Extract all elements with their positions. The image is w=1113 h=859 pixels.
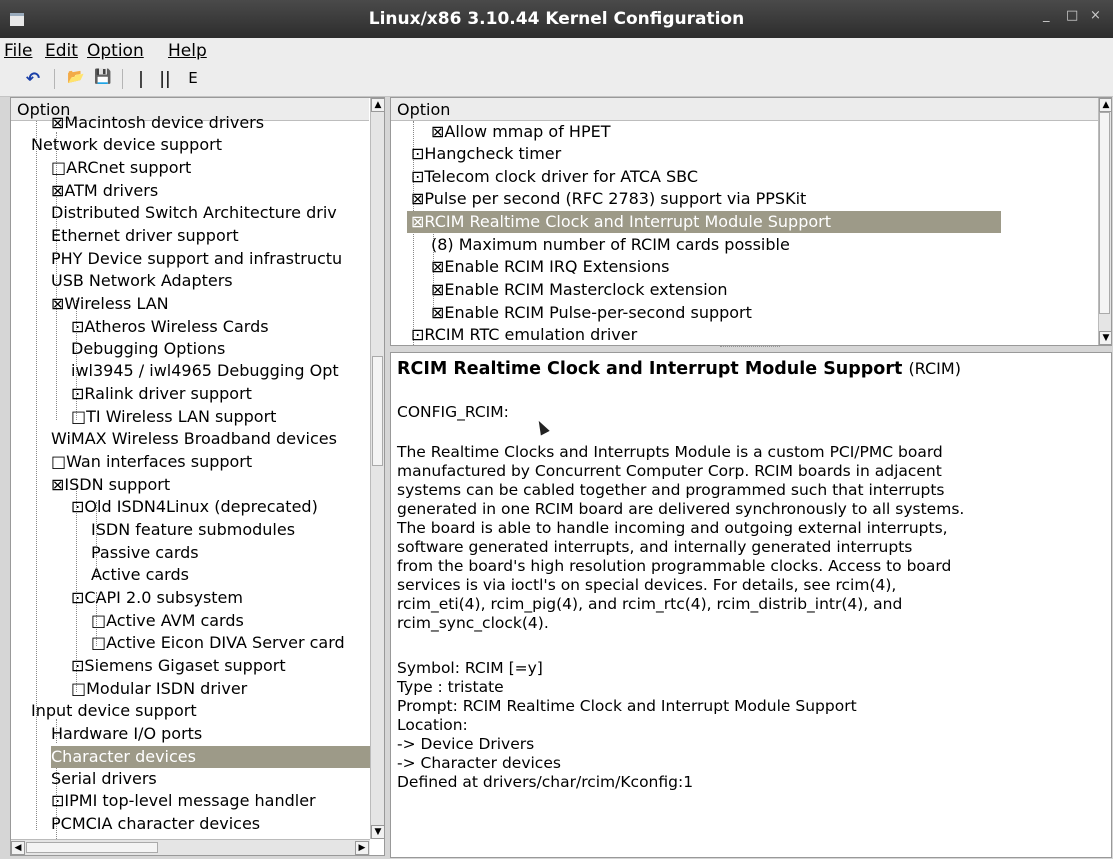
option-item[interactable]: ⊠Pulse per second (RFC 2783) support via… [411, 188, 806, 210]
option-item[interactable]: ⊡Hangcheck timer [411, 143, 561, 165]
help-defined-at: Defined at drivers/char/rcim/Kconfig:1 [397, 773, 694, 791]
help-location-2: -> Character devices [397, 754, 561, 772]
right-scroll-up-arrow-icon[interactable]: ▲ [1099, 98, 1111, 112]
help-description-line: rcim_eti(4), rcim_pig(4), and rcim_rtc(4… [397, 595, 903, 613]
back-icon[interactable]: ↶ [22, 69, 44, 89]
help-pane: RCIM Realtime Clock and Interrupt Module… [390, 352, 1112, 858]
close-button[interactable]: × [1090, 8, 1101, 23]
tree-item[interactable]: ⊡Atheros Wireless Cards [71, 316, 269, 338]
tree-item[interactable]: □Active AVM cards [91, 610, 244, 632]
option-item[interactable]: ⊠RCIM Realtime Clock and Interrupt Modul… [407, 211, 1001, 233]
tree-item[interactable]: Hardware I/O ports [51, 723, 202, 745]
help-prompt: Prompt: RCIM Realtime Clock and Interrup… [397, 697, 857, 715]
help-description-line: rcim_sync_clock(4). [397, 614, 549, 632]
tree-item[interactable]: USB Network Adapters [51, 270, 233, 292]
tree-item[interactable]: Distributed Switch Architecture driv [51, 202, 337, 224]
help-type: Type : tristate [397, 678, 504, 696]
left-vertical-scrollbar[interactable]: ▲ ▼ [370, 98, 384, 839]
scroll-left-arrow-icon[interactable]: ◀ [11, 841, 25, 855]
help-location-1: -> Device Drivers [397, 735, 535, 753]
tree-item[interactable]: Debugging Options [71, 338, 225, 360]
tree-item[interactable]: ISDN feature submodules [91, 519, 295, 541]
window-title: Linux/x86 3.10.44 Kernel Configuration [368, 9, 745, 29]
scroll-down-arrow-icon[interactable]: ▼ [371, 825, 384, 839]
tree-item[interactable]: Active cards [91, 564, 189, 586]
help-title: RCIM Realtime Clock and Interrupt Module… [397, 359, 961, 379]
tree-item[interactable]: Input device support [31, 700, 197, 722]
help-description-line: services is via ioctl's on special devic… [397, 576, 897, 594]
split-view-icon[interactable]: || [155, 69, 175, 89]
help-description-line: systems can be cabled together and progr… [397, 481, 945, 499]
tree-item[interactable]: ⊡Old ISDN4Linux (deprecated) [71, 496, 318, 518]
single-view-icon[interactable]: | [133, 69, 149, 89]
tree-item[interactable]: ⊡IPMI top-level message handler [51, 790, 316, 812]
tree-item[interactable]: ⊡CAPI 2.0 subsystem [71, 587, 243, 609]
tree-item[interactable]: PCMCIA character devices [51, 813, 260, 835]
tree-item[interactable]: WiMAX Wireless Broadband devices [51, 428, 337, 450]
option-item[interactable]: ⊠Enable RCIM Pulse-per-second support [431, 302, 752, 324]
option-item[interactable]: ⊡Telecom clock driver for ATCA SBC [411, 166, 698, 188]
tree-item[interactable]: □Modular ISDN driver [71, 678, 247, 700]
left-tree-pane[interactable]: Option ⊠Macintosh device drivers Network … [10, 97, 385, 856]
menubar: File Edit Option Help [0, 38, 1113, 64]
tree-item[interactable]: □Active Eicon DIVA Server card [91, 632, 345, 654]
tree-item[interactable]: ⊠ISDN support [51, 474, 170, 496]
right-vertical-scrollbar[interactable]: ▲ ▼ [1098, 98, 1111, 345]
tree-item[interactable]: □Wan interfaces support [51, 451, 252, 473]
tree-item[interactable]: iwl3945 / iwl4965 Debugging Opt [71, 360, 339, 382]
tree-item[interactable]: ⊠Macintosh device drivers [51, 112, 264, 134]
help-config-name: CONFIG_RCIM: [397, 403, 509, 421]
tree-item[interactable]: ⊠Wireless LAN [51, 293, 169, 315]
help-description-line: generated in one RCIM board are delivere… [397, 500, 965, 518]
tree-item[interactable]: ⊡Ralink driver support [71, 383, 252, 405]
left-horizontal-scrollbar[interactable]: ◀ ▶ [11, 839, 370, 855]
left-scroll-thumb[interactable] [372, 356, 383, 466]
left-hscroll-thumb[interactable] [26, 842, 158, 853]
help-location-label: Location: [397, 716, 468, 734]
tree-item[interactable]: ⊠ATM drivers [51, 180, 158, 202]
full-view-icon[interactable]: E [185, 69, 201, 89]
tree-item[interactable]: Serial drivers [51, 768, 157, 790]
right-option-pane[interactable]: Option ⊠Allow mmap of HPET ⊡Hangcheck tim… [390, 97, 1112, 346]
open-folder-icon[interactable]: 📂 [64, 69, 88, 89]
menu-help[interactable]: Help [168, 41, 207, 61]
scroll-right-arrow-icon[interactable]: ▶ [355, 841, 369, 855]
right-scroll-thumb[interactable] [1099, 112, 1110, 314]
menu-edit[interactable]: Edit [45, 41, 78, 61]
menu-option[interactable]: Option [87, 41, 144, 61]
tree-item[interactable]: Ethernet driver support [51, 225, 239, 247]
splitter-handle[interactable] [720, 346, 780, 350]
tree-item[interactable]: Character devices [51, 746, 370, 768]
help-description-line: from the board's high resolution program… [397, 557, 952, 575]
window-titlebar[interactable]: Linux/x86 3.10.44 Kernel Configuration _… [0, 0, 1113, 38]
save-icon[interactable]: 💾 [92, 69, 114, 89]
scroll-up-arrow-icon[interactable]: ▲ [371, 98, 384, 112]
help-description-line: manufactured by Concurrent Computer Corp… [397, 462, 942, 480]
toolbar: ↶ 📂 💾 | || E [0, 64, 1113, 97]
tree-item[interactable]: □ARCnet support [51, 157, 191, 179]
tree-item[interactable]: Passive cards [91, 542, 199, 564]
help-description-line: software generated interrupts, and inter… [397, 538, 913, 556]
option-item[interactable]: ⊠Allow mmap of HPET [431, 121, 611, 143]
option-item[interactable]: ⊠Enable RCIM IRQ Extensions [431, 256, 670, 278]
maximize-button[interactable]: □ [1066, 8, 1078, 23]
tree-item[interactable]: ⊡Siemens Gigaset support [71, 655, 286, 677]
right-option-header[interactable]: Option [391, 98, 1098, 121]
help-description-line: The Realtime Clocks and Interrupts Modul… [397, 443, 943, 461]
tree-item[interactable]: Network device support [31, 134, 222, 156]
option-item[interactable]: ⊡RCIM RTC emulation driver [411, 324, 637, 345]
option-item[interactable]: ⊠Enable RCIM Masterclock extension [431, 279, 728, 301]
help-description-line: The board is able to handle incoming and… [397, 519, 948, 537]
help-symbol: Symbol: RCIM [=y] [397, 659, 543, 677]
menu-file[interactable]: File [4, 41, 32, 61]
tree-item[interactable]: PHY Device support and infrastructu [51, 248, 342, 270]
tree-item[interactable]: □TI Wireless LAN support [71, 406, 276, 428]
option-item[interactable]: (8) Maximum number of RCIM cards possibl… [431, 234, 790, 256]
minimize-button[interactable]: _ [1043, 8, 1050, 23]
right-scroll-down-arrow-icon[interactable]: ▼ [1099, 331, 1111, 345]
